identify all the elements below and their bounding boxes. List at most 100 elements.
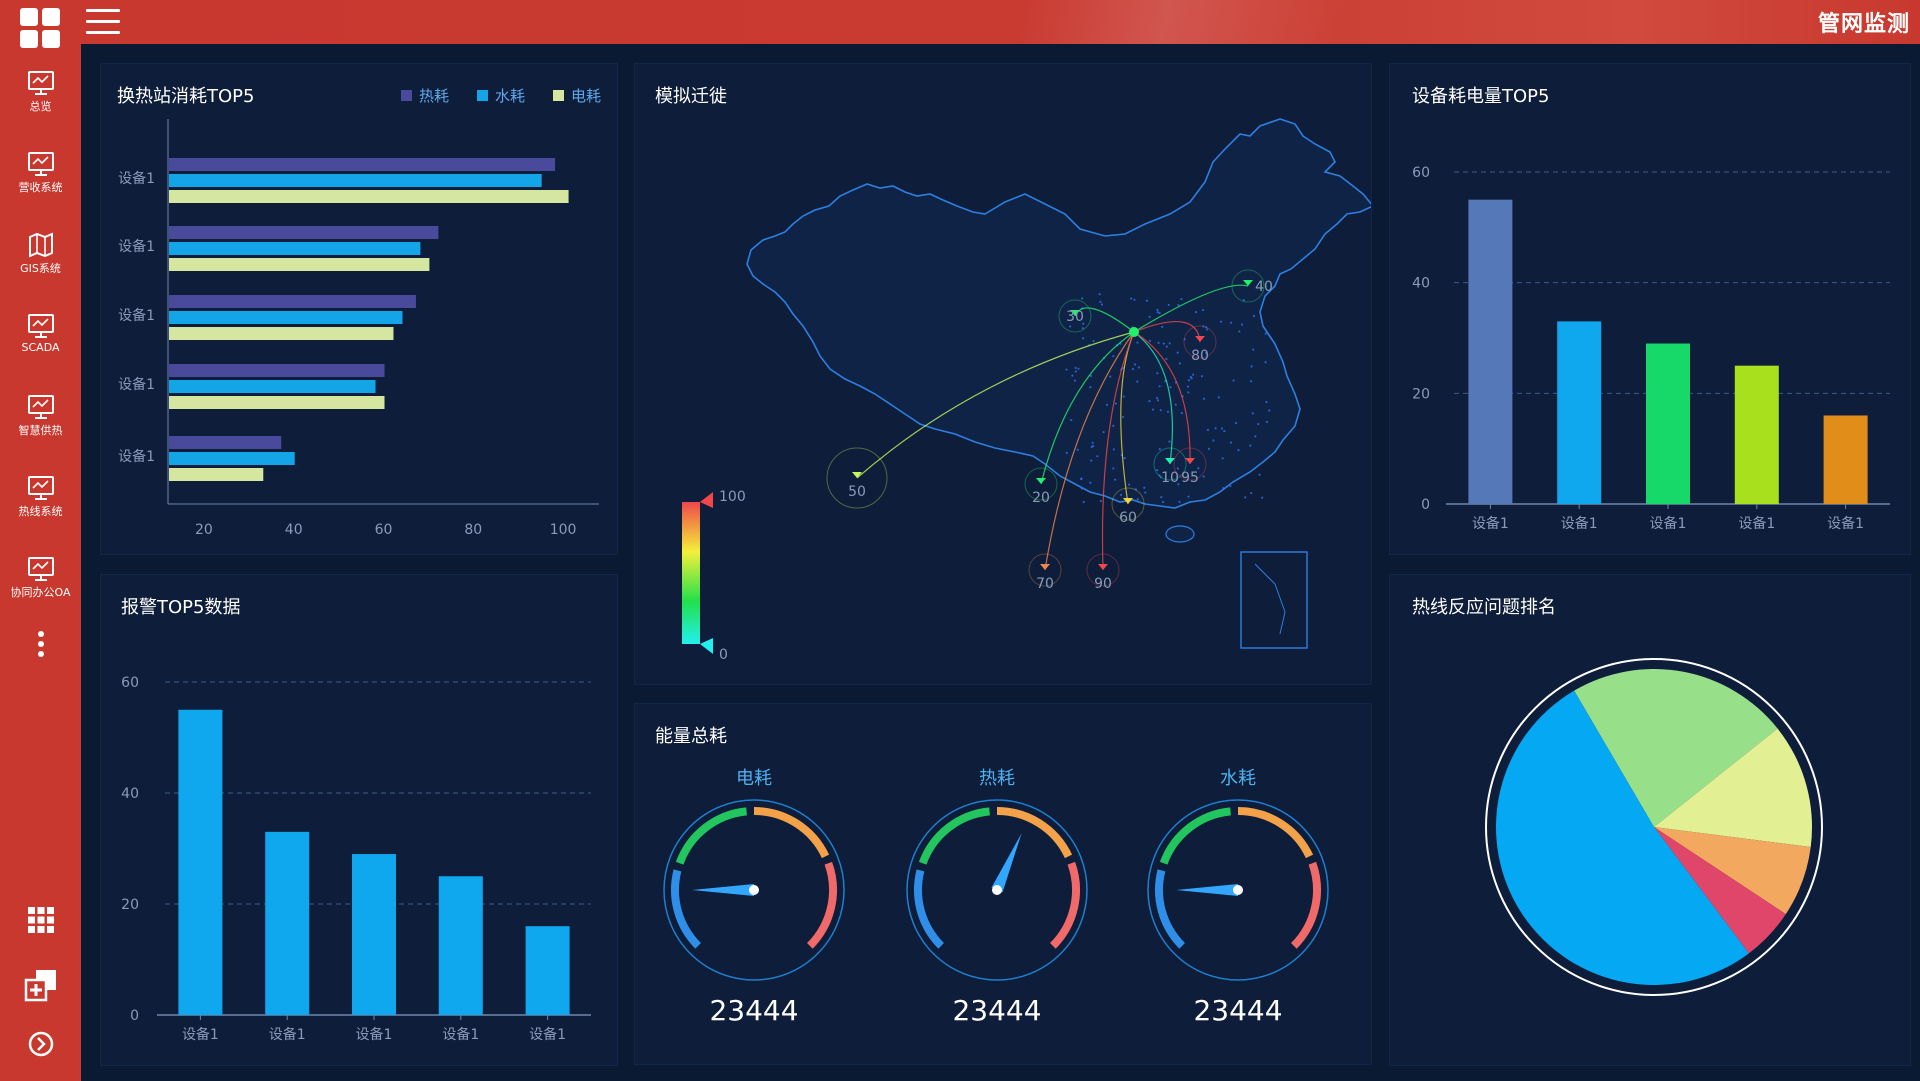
sidebar-item-label: 总览 [29, 100, 52, 113]
flow-arrow [1036, 478, 1046, 484]
city-dot [1176, 351, 1179, 354]
city-dot [1077, 367, 1080, 370]
city-dot [1254, 435, 1257, 438]
bar [169, 226, 439, 239]
logo-grid-icon[interactable] [20, 8, 62, 50]
sidebar-item-smart-heating[interactable]: 智慧供热 [0, 386, 81, 458]
city-dot [1249, 380, 1253, 383]
city-dot [1161, 500, 1165, 504]
city-dot [1249, 444, 1252, 447]
sidebar-item-label: SCADA [21, 341, 60, 354]
gauge-label: 水耗 [1220, 768, 1256, 789]
y-tick-label: 20 [1412, 386, 1430, 402]
monitor-icon [27, 557, 54, 581]
add-window-icon[interactable] [0, 968, 81, 1006]
bar [352, 854, 396, 1015]
city-dot [1180, 297, 1183, 301]
city-dot [1223, 429, 1226, 433]
more-vertical-icon[interactable] [0, 630, 81, 662]
app-title: 管网监测 [1817, 12, 1910, 37]
visual-map-handle-bottom [700, 638, 713, 654]
y-tick-label: 设备1 [118, 448, 155, 465]
monitor-icon [27, 395, 54, 419]
legend-swatch [477, 90, 488, 101]
sidebar-item-hotline[interactable]: 热线系统 [0, 467, 81, 539]
city-dot [1158, 311, 1161, 315]
sidebar-item-gis[interactable]: GIS系统 [0, 224, 81, 296]
city-dot [1240, 323, 1244, 326]
city-dot [1080, 487, 1083, 490]
city-dot [1187, 495, 1190, 498]
city-dot [1121, 415, 1125, 419]
gauge-value: 23444 [952, 994, 1042, 1027]
city-dot [1156, 399, 1160, 402]
city-dot [1178, 500, 1181, 503]
city-dot [1144, 491, 1147, 494]
flow-origin [1129, 327, 1139, 337]
city-dot [1244, 496, 1247, 499]
city-dot [1264, 332, 1267, 335]
bar [1823, 415, 1868, 504]
city-dot [1112, 424, 1115, 427]
city-dot [1070, 418, 1073, 422]
flow-label: 50 [848, 484, 866, 500]
apps-grid-icon[interactable] [0, 906, 81, 938]
migration-map-chart[interactable]: 30408050 2010 956070 901000 [635, 64, 1371, 684]
sidebar-item-label: 热线系统 [18, 505, 63, 518]
y-tick-label: 60 [121, 675, 139, 691]
energy-total-panel: 能量总耗 电耗 23444 热耗 23444 水耗 23444 [634, 703, 1372, 1065]
y-tick-label: 0 [1421, 497, 1430, 513]
city-dot [1114, 402, 1118, 405]
city-dot [1076, 448, 1079, 451]
city-dot [1112, 355, 1115, 358]
gauge-arc [996, 807, 1073, 859]
city-dot [1192, 373, 1195, 376]
x-tick-label: 100 [550, 522, 577, 538]
city-dot [1156, 468, 1159, 472]
y-tick-label: 40 [121, 786, 139, 802]
city-dot [1229, 485, 1232, 488]
bar [169, 364, 385, 377]
city-dot [1136, 341, 1139, 344]
sidebar-item-billing[interactable]: 营收系统 [0, 143, 81, 215]
flow-label: 70 [1036, 576, 1054, 592]
city-dot [1222, 487, 1225, 490]
city-dot [1214, 427, 1217, 430]
bar [169, 396, 385, 409]
city-dot [1122, 395, 1125, 398]
menu-toggle-icon[interactable] [86, 9, 120, 35]
city-dot [1194, 311, 1198, 314]
city-dot [1261, 496, 1264, 499]
bar [169, 190, 569, 203]
flow-label: 40 [1255, 279, 1273, 295]
water-gauge [1147, 799, 1329, 981]
city-dot [1100, 303, 1104, 306]
city-dot [1099, 300, 1102, 303]
flow-arrow [1098, 564, 1108, 570]
sidebar-item-oa[interactable]: 协同办公OA [0, 548, 81, 620]
x-tick-label: 设备1 [182, 1026, 219, 1043]
city-dot [1166, 410, 1170, 413]
monitor-icon [27, 71, 54, 95]
sidebar-item-overview[interactable]: 总览 [0, 62, 81, 134]
sidebar-item-label: 协同办公OA [10, 586, 71, 599]
bar [169, 436, 282, 449]
city-dot [1187, 391, 1190, 394]
sidebar-item-label: GIS系统 [20, 262, 61, 275]
city-dot [1102, 430, 1105, 434]
city-dot [1148, 339, 1152, 342]
city-dot [1133, 298, 1136, 301]
city-dot [1207, 447, 1211, 450]
legend-label: 电耗 [571, 87, 601, 105]
city-dot [1069, 325, 1072, 328]
bar [169, 242, 421, 255]
sidebar-item-scada[interactable]: SCADA [0, 305, 81, 377]
panel-title: 能量总耗 [655, 726, 727, 747]
city-dot [1232, 379, 1235, 382]
city-dot [1148, 315, 1151, 319]
circle-arrow-right-icon[interactable] [0, 1030, 81, 1062]
city-dot [1112, 467, 1115, 470]
city-dot [1165, 357, 1168, 360]
gauge-needle [1176, 884, 1238, 896]
bar [1557, 321, 1602, 504]
